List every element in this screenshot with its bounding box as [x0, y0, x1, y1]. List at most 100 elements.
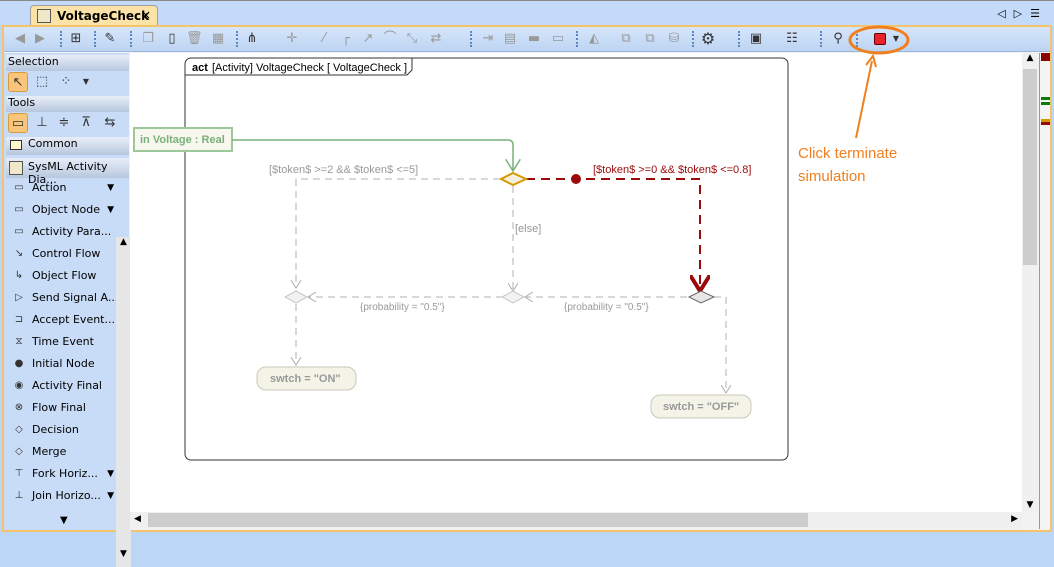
palette-item-flow-final[interactable]: ⊗ Flow Final — [6, 397, 116, 419]
decision-node-active[interactable] — [498, 171, 529, 187]
canvas-horizontal-scrollbar[interactable]: ◀ ▶ — [130, 512, 1022, 529]
search-icon[interactable]: ⚲ — [830, 31, 846, 47]
palette-item-label: Object Flow — [32, 269, 97, 282]
repl-tool-icon[interactable]: ⇆ — [100, 113, 120, 133]
palette-more-icon[interactable]: ▼ — [60, 515, 68, 526]
route-icon[interactable]: ⇄ — [428, 31, 444, 47]
palette-item-initial-node[interactable]: ● Initial Node — [6, 353, 116, 375]
palette-item-object-flow[interactable]: ↳ Object Flow — [6, 265, 116, 287]
diagram-canvas[interactable]: act [Activity] VoltageCheck [ VoltageChe… — [130, 53, 1022, 512]
palette-item-merge[interactable]: ◇ Merge — [6, 441, 116, 463]
validate-icon[interactable]: ✎ — [102, 31, 118, 47]
symbol-tool-icon[interactable]: ▭ — [8, 113, 28, 133]
scroll-down-icon[interactable]: ▼ — [1022, 500, 1038, 510]
delete-model-icon[interactable]: ▦ — [210, 31, 226, 47]
active-flow-right-guard[interactable] — [526, 178, 700, 291]
back-icon[interactable]: ◀ — [12, 31, 28, 47]
palette-item-icon: ⊗ — [14, 402, 24, 413]
paste-icon[interactable]: ▯ — [164, 31, 180, 47]
canvas-vertical-scrollbar[interactable]: ▲ ▼ — [1022, 53, 1038, 512]
rectilinear-path-icon[interactable]: ┌ — [338, 31, 354, 47]
action-swtch-off[interactable]: swtch = "OFF" — [650, 394, 752, 419]
palette-item-accept-event[interactable]: ⊐ Accept Event... — [6, 309, 116, 331]
scroll-up-icon[interactable]: ▲ — [1022, 53, 1038, 67]
sysml-activity-group[interactable]: SysML Activity Dia... — [6, 158, 129, 186]
palette-item-label: Accept Event... — [32, 313, 115, 326]
palette-item-control-flow[interactable]: ↘ Control Flow — [6, 243, 116, 265]
annotation-ellipse — [848, 25, 910, 55]
expand-tool-icon[interactable]: ≑ — [54, 113, 74, 133]
palette-item-join-horizo[interactable]: ⊥ Join Horizo... ▼ — [6, 485, 116, 507]
scroll-left-icon[interactable]: ◀ — [134, 514, 141, 524]
pointer-tool-icon[interactable]: ↖ — [8, 72, 28, 92]
forward-icon[interactable]: ▶ — [32, 31, 48, 47]
palette-item-object-node[interactable]: ▭ Object Node ▼ — [6, 199, 116, 221]
flow-to-off[interactable] — [714, 296, 726, 393]
vertical-scroll-thumb[interactable] — [1023, 69, 1037, 265]
layout-icon[interactable]: ⋔ — [244, 31, 260, 47]
scroll-up-icon[interactable]: ▲ — [116, 237, 131, 247]
oblique-path-icon[interactable]: ⁄ — [316, 31, 332, 47]
palette-item-fork-horiz[interactable]: ⊤ Fork Horiz... ▼ — [6, 463, 116, 485]
selection-header: Selection — [6, 55, 129, 71]
next-tab-icon[interactable]: ▷ — [1014, 7, 1030, 20]
palette-item-send-signal-a[interactable]: ▷ Send Signal A... — [6, 287, 116, 309]
palette-item-decision[interactable]: ◇ Decision — [6, 419, 116, 441]
scroll-right-icon[interactable]: ▶ — [1011, 514, 1018, 524]
common-group[interactable]: Common — [6, 137, 129, 155]
properties-list-icon[interactable]: ☷ — [784, 31, 800, 47]
tab-list-icon[interactable]: ☰ — [1030, 7, 1048, 20]
action-on-label: swtch = "ON" — [270, 373, 341, 385]
bring-front-icon[interactable]: ⧉ — [618, 31, 634, 47]
palette-item-label: Action — [32, 181, 67, 194]
close-tab-icon[interactable]: × — [141, 8, 151, 22]
parameter-node[interactable]: in Voltage : Real — [133, 127, 233, 152]
layout-view-icon[interactable]: ▣ — [748, 31, 764, 47]
rect-select-icon[interactable]: ⬚ — [32, 72, 52, 92]
compress-tool-icon[interactable]: ⊼ — [76, 113, 96, 133]
merge-node-right[interactable] — [687, 290, 716, 304]
dropdown-icon[interactable]: ▼ — [107, 199, 114, 221]
folder-icon — [10, 140, 22, 150]
image-icon[interactable]: ▬ — [526, 31, 542, 47]
palette-scrollbar[interactable]: ▲ ▼ — [116, 237, 131, 567]
scroll-down-icon[interactable]: ▼ — [116, 549, 131, 559]
palette-item-label: Initial Node — [32, 357, 95, 370]
annotation-line1: Click terminate — [798, 145, 897, 162]
split-path-icon[interactable]: ⤡ — [404, 31, 420, 47]
action-swtch-on[interactable]: swtch = "ON" — [256, 366, 357, 391]
palette-item-activity-para[interactable]: ▭ Activity Para... — [6, 221, 116, 243]
prev-tab-icon[interactable]: ◁ — [997, 7, 1013, 20]
bezier-path-icon[interactable]: ↗ — [360, 31, 376, 47]
send-back-icon[interactable]: ⧉ — [642, 31, 658, 47]
palette-item-icon: ⊐ — [14, 314, 24, 325]
palette-item-time-event[interactable]: ⧖ Time Event — [6, 331, 116, 353]
probability-left: {probability = "0.5"} — [360, 302, 445, 313]
align-icon[interactable]: ⇥ — [480, 31, 496, 47]
merge-node-left[interactable] — [283, 290, 309, 304]
path-style-icon[interactable]: ✛ — [284, 31, 300, 47]
grid-icon[interactable]: ▤ — [502, 31, 518, 47]
curve-path-icon[interactable]: ⌒ — [382, 31, 398, 47]
copy-icon[interactable]: ❐ — [140, 31, 156, 47]
fill-icon[interactable]: ◭ — [586, 31, 602, 47]
selection-dropdown-icon[interactable]: ▼ — [76, 72, 96, 92]
palette-item-label: Send Signal A... — [32, 291, 116, 304]
settings-gear-icon[interactable]: ⚙ — [700, 31, 716, 47]
tab-navigation: ◁▷☰ — [997, 7, 1048, 20]
delete-icon[interactable]: 🗑 — [186, 31, 203, 47]
dropdown-icon[interactable]: ▼ — [107, 463, 114, 485]
dropdown-icon[interactable]: ▼ — [107, 485, 114, 507]
tab-voltagecheck[interactable]: VoltageCheck × — [30, 5, 158, 27]
multi-select-icon[interactable]: ⁘ — [56, 72, 76, 92]
dropdown-icon[interactable]: ▼ — [107, 177, 114, 199]
containment-tree-icon[interactable]: ⊞ — [68, 31, 84, 47]
palette-item-action[interactable]: ▭ Action ▼ — [6, 177, 116, 199]
style-icon[interactable]: ⛁ — [666, 31, 682, 47]
shape-icon[interactable]: ▭ — [550, 31, 566, 47]
decision-node-middle[interactable] — [500, 290, 526, 304]
flow-left-guard[interactable] — [296, 178, 500, 288]
palette-item-activity-final[interactable]: ◉ Activity Final — [6, 375, 116, 397]
horizontal-scroll-thumb[interactable] — [148, 513, 808, 527]
stamp-tool-icon[interactable]: ⊥ — [32, 113, 52, 133]
